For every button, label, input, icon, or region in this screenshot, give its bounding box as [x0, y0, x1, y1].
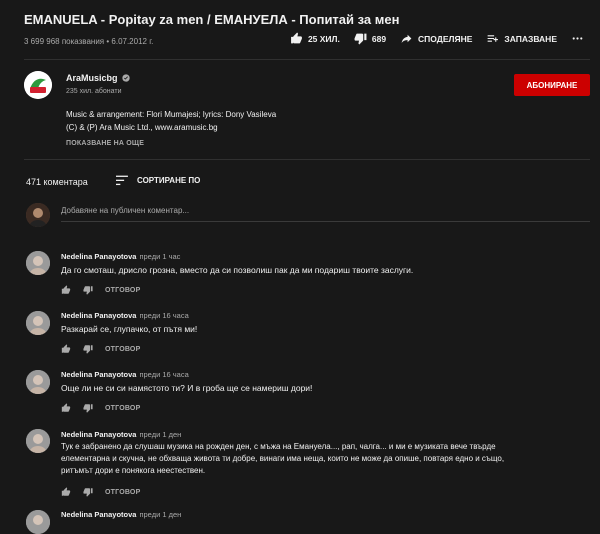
save-label: ЗАПАЗВАНЕ — [504, 33, 557, 44]
share-label: СПОДЕЛЯНЕ — [418, 33, 473, 44]
thumbs-up-icon[interactable] — [61, 285, 71, 295]
comment-time[interactable]: преди 16 часа — [139, 311, 188, 320]
more-horizontal-icon — [572, 37, 583, 40]
avatar-photo-icon — [26, 510, 50, 534]
user-avatar — [26, 203, 50, 227]
comment-text-line: елементарна и скучна, не обхваща живота … — [61, 454, 505, 463]
thumbs-up-icon[interactable] — [61, 344, 71, 354]
avatar-photo-icon — [26, 370, 50, 394]
comment-author[interactable]: Nedelina Panayotova преди 16 часа — [61, 311, 189, 320]
comment-avatar[interactable] — [26, 370, 50, 394]
thumbs-down-icon[interactable] — [83, 487, 93, 497]
dislike-count: 689 — [371, 33, 387, 44]
channel-name[interactable]: AraMusicbg — [66, 73, 130, 83]
show-more-button[interactable]: ПОКАЗВАНЕ НА ОЩЕ — [66, 140, 144, 147]
channel-avatar[interactable] — [24, 71, 52, 99]
comment-text: Тук е забранено да слушаш музика на рожд… — [61, 441, 581, 477]
channel-logo-icon — [24, 71, 52, 99]
reply-button[interactable]: ОТГОВОР — [105, 346, 140, 353]
dislike-button[interactable]: 689 — [354, 32, 386, 45]
sort-button[interactable]: СОРТИРАНЕ ПО — [116, 175, 200, 186]
comment-author[interactable]: Nedelina Panayotova преди 1 ден — [61, 430, 181, 439]
author-name: Nedelina Panayotova — [61, 252, 137, 261]
author-name: Nedelina Panayotova — [61, 430, 137, 439]
comment-author[interactable]: Nedelina Panayotova преди 16 часа — [61, 370, 189, 379]
comment-time[interactable]: преди 1 ден — [139, 430, 181, 439]
comment-avatar[interactable] — [26, 429, 50, 453]
comment-time[interactable]: преди 16 часа — [139, 370, 188, 379]
subscribe-button[interactable]: АБОНИРАНЕ — [514, 74, 590, 96]
add-comment-input[interactable]: Добавяне на публичен коментар... — [61, 206, 590, 222]
save-button[interactable]: ЗАПАЗВАНЕ — [486, 32, 557, 45]
like-count: 25 ХИЛ. — [307, 33, 340, 44]
reply-button[interactable]: ОТГОВОР — [105, 405, 140, 412]
video-description: Music & arrangement: Flori Mumajesi; lyr… — [66, 108, 276, 134]
divider — [24, 159, 590, 160]
comment-avatar[interactable] — [26, 510, 50, 534]
comment-time[interactable]: преди 1 час — [139, 252, 180, 261]
sort-label: СОРТИРАНЕ ПО — [137, 176, 201, 185]
comment-text-line: ритъмът дори е понякога неестествен. — [61, 466, 206, 475]
comment-actions: ОТГОВОР — [61, 344, 140, 354]
thumbs-down-icon[interactable] — [83, 285, 93, 295]
thumbs-down-icon[interactable] — [83, 344, 93, 354]
publish-date: 6.07.2012 г. — [111, 37, 154, 46]
verified-icon — [121, 74, 130, 82]
thumbs-down-icon — [354, 33, 367, 45]
comment-count: 471 коментара — [26, 177, 88, 187]
video-actions: 25 ХИЛ. 689 СПОДЕЛЯНЕ ЗАПАЗВАНЕ — [290, 32, 584, 45]
like-button[interactable]: 25 ХИЛ. — [290, 32, 340, 45]
channel-name-text: AraMusicbg — [66, 73, 118, 83]
user-photo-icon — [26, 203, 50, 227]
divider — [24, 59, 590, 60]
reply-button[interactable]: ОТГОВОР — [105, 287, 140, 294]
video-title: EMANUELA - Popitay za men / ЕМАНУЕЛА - П… — [24, 12, 400, 27]
comment-actions: ОТГОВОР — [61, 403, 140, 413]
view-count: 3 699 968 показвания — [24, 37, 105, 46]
avatar-photo-icon — [26, 311, 50, 335]
comment-text-line: Тук е забранено да слушаш музика на рожд… — [61, 442, 496, 451]
thumbs-up-icon[interactable] — [61, 403, 71, 413]
thumbs-up-icon — [291, 32, 302, 44]
author-name: Nedelina Panayotova — [61, 311, 137, 320]
reply-button[interactable]: ОТГОВОР — [105, 489, 140, 496]
share-button[interactable]: СПОДЕЛЯНЕ — [400, 32, 472, 45]
more-actions-button[interactable] — [571, 32, 584, 45]
description-line: (C) & (P) Ara Music Ltd., www.aramusic.b… — [66, 123, 218, 132]
author-name: Nedelina Panayotova — [61, 370, 137, 379]
comment-text: Още ли не си си намястото ти? И в гроба … — [61, 383, 313, 393]
avatar-photo-icon — [26, 251, 50, 275]
playlist-add-icon — [488, 35, 499, 42]
thumbs-down-icon[interactable] — [83, 403, 93, 413]
share-icon — [401, 34, 412, 43]
comment-text: Да го смоташ, дрисло грозна, вместо да с… — [61, 265, 414, 275]
comment-avatar[interactable] — [26, 311, 50, 335]
thumbs-up-icon[interactable] — [61, 487, 71, 497]
sort-icon — [116, 175, 128, 186]
comment-text: Разкарай се, глупачко, от пътя ми! — [61, 324, 198, 334]
avatar-photo-icon — [26, 429, 50, 453]
video-meta: 3 699 968 показвания • 6.07.2012 г. — [24, 37, 154, 46]
subscriber-count: 235 хил. абонати — [66, 88, 122, 95]
comment-actions: ОТГОВОР — [61, 487, 140, 497]
comment-actions: ОТГОВОР — [61, 285, 140, 295]
description-line: Music & arrangement: Flori Mumajesi; lyr… — [66, 110, 277, 119]
comment-author[interactable]: Nedelina Panayotova преди 1 час — [61, 252, 180, 261]
comment-avatar[interactable] — [26, 251, 50, 275]
